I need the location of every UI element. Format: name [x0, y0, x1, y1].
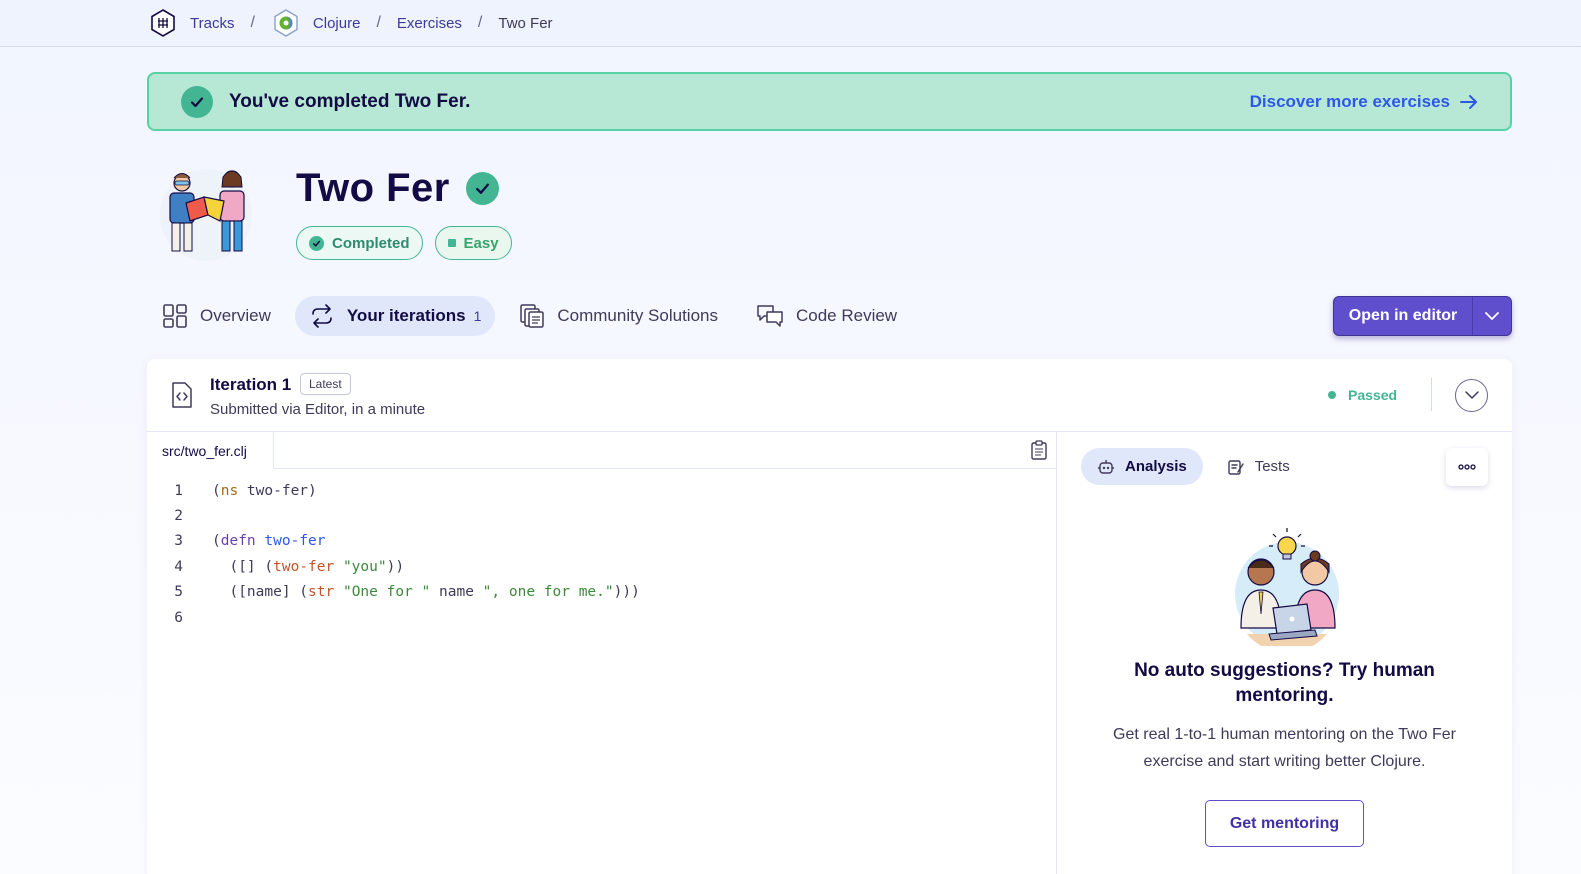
tab-tests[interactable]: Tests	[1211, 448, 1306, 485]
exercise-illustration	[158, 163, 254, 263]
completed-tag: Completed	[296, 226, 423, 260]
code-line: 1 (ns two-fer)	[147, 478, 640, 503]
more-options-button[interactable]	[1446, 448, 1488, 486]
line-number: 5	[174, 584, 183, 601]
line-number: 3	[174, 533, 183, 550]
iterations-count: 1	[473, 308, 482, 324]
code-block: 1 (ns two-fer) 2 3 (defn two-fer 4 ([] (…	[147, 478, 640, 630]
line-number: 1	[174, 482, 183, 499]
mentoring-description: Get real 1-to-1 human mentoring on the T…	[1113, 726, 1456, 770]
difficulty-tag-label: Easy	[463, 234, 499, 252]
completed-tag-label: Completed	[332, 234, 410, 252]
iterations-icon	[312, 304, 332, 328]
exercise-title-row: Two Fer	[296, 166, 499, 211]
overview-icon	[163, 304, 187, 328]
tests-status-label: Passed	[1348, 387, 1398, 403]
iteration-subtitle: Submitted via Editor, in a minute	[210, 401, 426, 418]
clipboard-icon[interactable]	[1030, 440, 1048, 460]
completion-message: You've completed Two Fer.	[229, 90, 471, 112]
exercise-title: Two Fer	[296, 166, 450, 210]
breadcrumb-tracks-label[interactable]: Tracks	[190, 15, 234, 32]
latest-badge: Latest	[300, 373, 351, 395]
code-review-icon	[757, 305, 783, 327]
tab-code-review-label[interactable]: Code Review	[796, 306, 897, 326]
get-mentoring-button[interactable]: Get mentoring	[1205, 800, 1364, 847]
analysis-icon	[1098, 459, 1114, 474]
code-file-icon	[172, 382, 192, 408]
chevron-down-icon[interactable]	[1473, 297, 1511, 335]
chevron-down-icon	[1464, 391, 1479, 399]
mentoring-title: No auto suggestions? Try human mentoring…	[1134, 660, 1435, 706]
code-line: 5 ([name] (str "One for " name ", one fo…	[147, 580, 640, 605]
tab-your-iterations-label[interactable]: Your iterations	[347, 306, 466, 326]
breadcrumb-separator: /	[477, 14, 483, 31]
tab-community-solutions-label[interactable]: Community Solutions	[557, 306, 718, 326]
tests-status: Passed	[1328, 387, 1397, 403]
iteration-header: Iteration 1 Latest Submitted via Editor,…	[147, 359, 1512, 432]
expand-iteration-button[interactable]	[1455, 379, 1488, 412]
breadcrumb-exercises[interactable]: Exercises	[397, 15, 462, 32]
tab-overview-label[interactable]: Overview	[200, 306, 271, 326]
code-text: ([] (two-fer "you"))	[212, 558, 405, 575]
breadcrumb-track-label[interactable]: Clojure	[313, 15, 361, 32]
difficulty-tag: Easy	[434, 226, 512, 260]
code-text: ([name] (str "One for " name ", one for …	[212, 584, 640, 601]
tab-tests-label[interactable]: Tests	[1255, 458, 1290, 475]
breadcrumb-separator: /	[250, 14, 255, 31]
tracks-icon	[148, 8, 178, 38]
breadcrumb: Tracks / Clojure / Exercises / Two Fer	[0, 0, 1581, 47]
arrow-right-icon	[1460, 94, 1477, 109]
tab-overview[interactable]: Overview	[148, 296, 285, 336]
iteration-title: Iteration 1	[210, 375, 292, 394]
breadcrumb-current: Two Fer	[498, 15, 552, 32]
status-dot-icon	[1328, 391, 1336, 399]
divider	[1431, 378, 1432, 411]
more-dots-icon	[1458, 464, 1476, 470]
file-tab[interactable]: src/two_fer.clj	[147, 432, 274, 469]
difficulty-square-icon	[447, 239, 456, 247]
code-line: 4 ([] (two-fer "you"))	[147, 554, 640, 579]
breadcrumb-exercises-label[interactable]: Exercises	[397, 15, 462, 32]
code-line: 3 (defn two-fer	[147, 529, 640, 554]
tab-analysis[interactable]: Analysis	[1081, 448, 1203, 485]
check-icon	[181, 85, 213, 118]
tab-code-review[interactable]: Code Review	[742, 296, 911, 336]
discover-more-exercises-link[interactable]: Discover more exercises	[1250, 92, 1478, 112]
completed-check-icon	[465, 172, 499, 205]
line-number: 2	[174, 508, 183, 525]
breadcrumb-track[interactable]: Clojure	[271, 8, 361, 38]
analysis-panel: Analysis Tests No auto suggestions? Try …	[1057, 432, 1512, 874]
tab-community-solutions[interactable]: Community Solutions	[505, 296, 732, 336]
code-text: (ns two-fer)	[212, 482, 317, 499]
line-number: 4	[174, 558, 183, 575]
mentoring-illustration	[1235, 528, 1339, 646]
community-solutions-icon	[520, 304, 545, 328]
iteration-panel: Iteration 1 Latest Submitted via Editor,…	[147, 359, 1512, 874]
analysis-tabs: Analysis Tests	[1081, 448, 1306, 485]
code-line: 2	[147, 503, 640, 528]
clojure-logo-icon	[271, 8, 301, 38]
file-tabs: src/two_fer.clj	[147, 432, 1056, 469]
breadcrumb-tracks[interactable]: Tracks	[148, 8, 234, 38]
line-number: 6	[174, 609, 183, 626]
breadcrumb-separator: /	[376, 14, 381, 31]
open-in-editor-label[interactable]: Open in editor	[1334, 297, 1473, 335]
completion-banner: You've completed Two Fer. Discover more …	[147, 72, 1512, 131]
check-icon	[309, 235, 324, 251]
tests-icon	[1228, 459, 1244, 475]
code-line: 6	[147, 605, 640, 630]
code-text: (defn two-fer	[212, 533, 326, 550]
exercise-tags: Completed Easy	[296, 226, 512, 260]
breadcrumb-current-label: Two Fer	[498, 14, 553, 32]
code-viewer: src/two_fer.clj 1 (ns two-fer) 2 3 (defn…	[147, 432, 1057, 874]
discover-more-exercises-label[interactable]: Discover more exercises	[1250, 92, 1450, 112]
tab-analysis-label[interactable]: Analysis	[1125, 458, 1187, 475]
open-in-editor-button[interactable]: Open in editor	[1333, 296, 1512, 336]
exercise-tabs: Overview Your iterations 1 Community Sol…	[148, 296, 911, 336]
tab-your-iterations[interactable]: Your iterations 1	[294, 296, 496, 336]
